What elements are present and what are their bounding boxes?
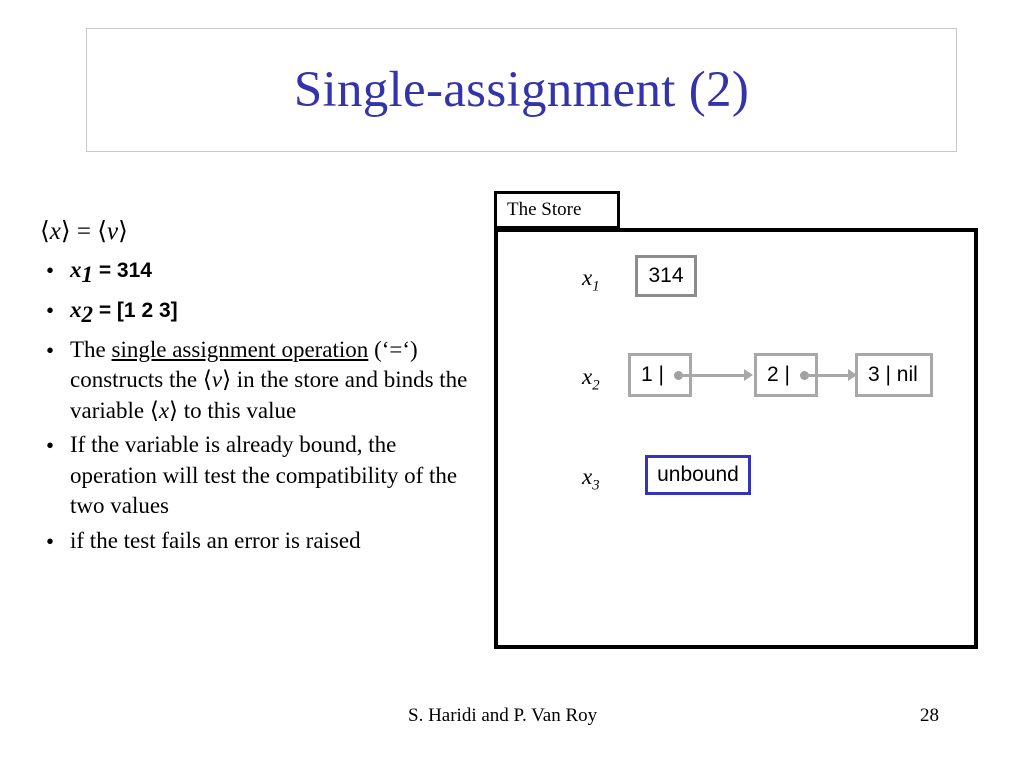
store-var-x3-letter: x <box>582 464 593 489</box>
seg-angle-v: v <box>211 367 223 393</box>
bullet-text-definition: The single assignment operation (‘=‘) co… <box>70 336 468 423</box>
bullet-rest-x2: = [1 2 3] <box>93 298 178 322</box>
store-var-x1-letter: x <box>582 265 593 290</box>
bullet-marker: • <box>46 529 55 554</box>
page-number: 28 <box>920 705 939 726</box>
bullet-var-x2: x <box>70 296 82 322</box>
cons-cell-3-label: 3 | nil <box>868 363 918 386</box>
seg-angle-x: x <box>158 397 170 423</box>
store-var-x3: x3 <box>582 464 600 495</box>
cons-link-arrowhead-1 <box>744 369 753 381</box>
bullet-sub-x1: 1 <box>81 262 94 288</box>
store-label-text: The Store <box>507 199 582 220</box>
bullet-marker: • <box>46 337 55 363</box>
bullet-sub-x2: 2 <box>81 301 94 327</box>
cons-cell-2-label: 2 | <box>767 363 790 386</box>
title-frame: Single-assignment (2) <box>86 28 957 152</box>
store-var-x3-sub: 3 <box>592 477 600 494</box>
cons-cell-3: 3 | nil <box>855 353 933 397</box>
list-item: • x2 = [1 2 3] <box>40 295 470 331</box>
bullet-marker: • <box>46 258 55 283</box>
bullet-text-x2: x2 = [1 2 3] <box>70 295 470 331</box>
store-panel: x1 314 x2 1 | 2 | 3 | nil x3 unbound <box>494 228 978 649</box>
bullet-text-error-raised: if the test fails an error is raised <box>70 528 361 553</box>
store-label: The Store <box>494 191 620 229</box>
value-box-unbound: unbound <box>645 455 751 495</box>
content-body: ⟨x⟩ = ⟨v⟩ • x1 = 314 • x2 = [1 2 3] • Th… <box>40 218 470 561</box>
equation-right-var: v <box>107 218 119 245</box>
slide-canvas: Single-assignment (2) ⟨x⟩ = ⟨v⟩ • x1 = 3… <box>0 0 1024 768</box>
page-title: Single-assignment (2) <box>293 62 750 118</box>
store-var-x2-sub: 2 <box>592 377 600 394</box>
bullet-marker: • <box>46 433 55 459</box>
list-item: • if the test fails an error is raised <box>40 526 470 557</box>
equation-left-var: x <box>49 218 61 245</box>
bullet-var-x1: x <box>70 257 82 282</box>
bullet-text-x1: x1 = 314 <box>70 255 470 291</box>
equation-line: ⟨x⟩ = ⟨v⟩ <box>40 218 128 245</box>
cons-cell-1-label: 1 | <box>641 363 664 386</box>
bullet-marker: • <box>46 297 55 323</box>
seg-underline-term: single assignment operation <box>111 336 369 362</box>
list-item: • If the variable is already bound, the … <box>40 430 470 522</box>
store-var-x2: x2 <box>582 364 600 395</box>
value-box-314-text: 314 <box>648 264 684 287</box>
seg-plain-1: The <box>70 336 112 362</box>
store-var-x1-sub: 1 <box>592 278 600 295</box>
value-box-unbound-text: unbound <box>657 463 739 486</box>
value-box-314: 314 <box>635 255 697 297</box>
footer-author: S. Haridi and P. Van Roy <box>408 705 598 726</box>
store-var-x2-letter: x <box>582 364 593 389</box>
cons-link-arrow-1 <box>680 374 746 377</box>
cons-link-arrow-2 <box>806 374 850 377</box>
store-var-x1: x1 <box>582 265 600 296</box>
bullet-rest-x1: = 314 <box>93 259 152 282</box>
equation-operator: = <box>76 218 91 245</box>
list-item: • x1 = 314 <box>40 255 470 291</box>
list-item: • The single assignment operation (‘=‘) … <box>40 335 470 427</box>
bullet-text-already-bound: If the variable is already bound, the op… <box>70 432 458 519</box>
seg-plain-4: to this value <box>178 397 297 423</box>
